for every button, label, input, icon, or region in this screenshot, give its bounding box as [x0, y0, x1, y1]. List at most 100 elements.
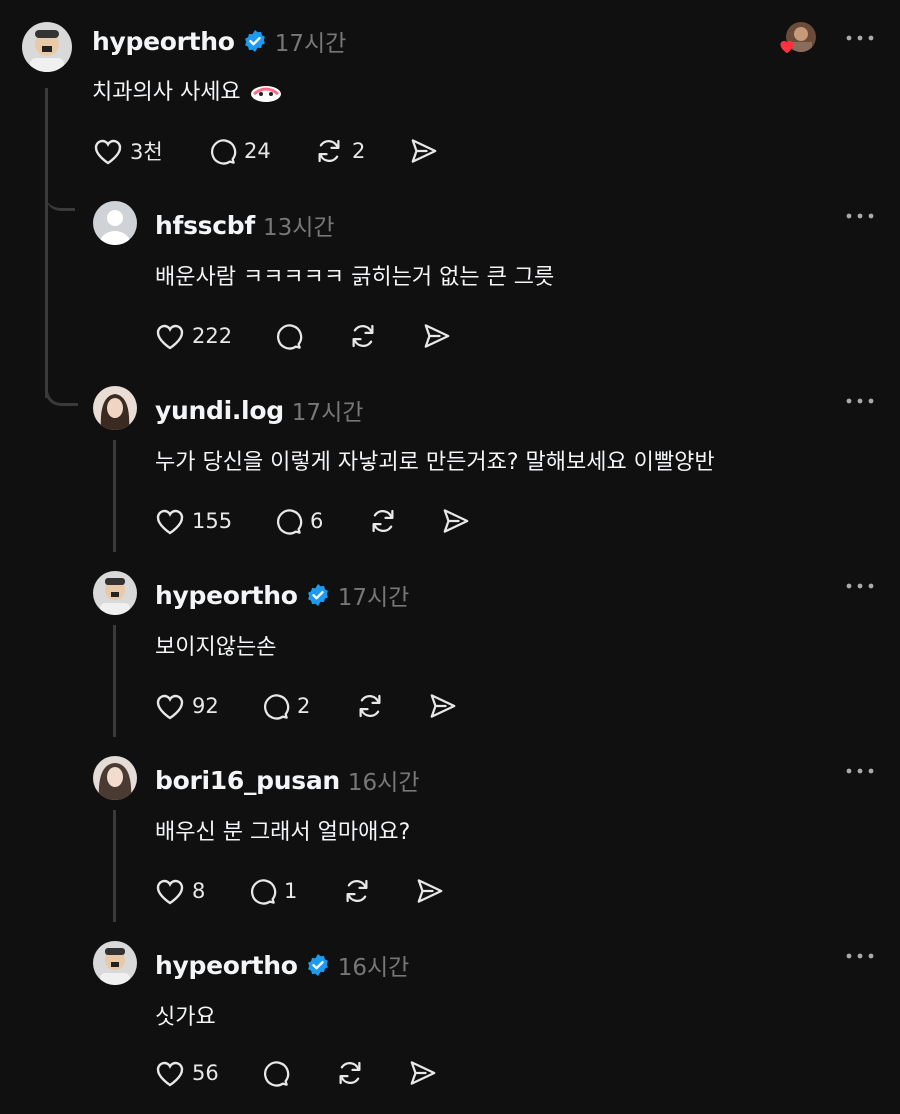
reply-count: 24 [244, 139, 271, 163]
share-button[interactable] [440, 506, 472, 536]
reply-text: 배운사람 ㅋㅋㅋㅋㅋ 긁히는거 없는 큰 그릇 [155, 265, 555, 290]
heart-icon [156, 324, 184, 350]
heart-icon [156, 879, 184, 905]
reply-avatar[interactable] [93, 941, 137, 985]
thread-branch-2 [45, 375, 78, 406]
reply-button[interactable] [259, 1058, 291, 1088]
repost-button[interactable] [366, 506, 400, 536]
reply-text: 싯가요 [155, 1005, 216, 1030]
comment-icon [276, 509, 303, 535]
send-icon [443, 509, 469, 533]
author-avatar[interactable] [22, 22, 72, 72]
more-options-icon[interactable] [845, 950, 875, 962]
emoji-icon [250, 86, 281, 102]
more-options-icon[interactable] [845, 395, 875, 407]
repost-icon [372, 509, 394, 533]
reply-username[interactable]: hypeortho [155, 581, 298, 610]
share-button[interactable] [427, 691, 459, 721]
like-button[interactable]: 56 [154, 1058, 219, 1088]
share-button[interactable] [414, 876, 446, 906]
repost-button[interactable]: 2 [312, 136, 365, 166]
repost-count: 2 [352, 139, 366, 163]
reply-button[interactable]: 1 [246, 876, 297, 906]
heart-icon [156, 694, 184, 720]
share-button[interactable] [407, 1058, 439, 1088]
comment-icon [210, 139, 237, 165]
reply-count: 1 [284, 879, 298, 903]
repost-icon [359, 694, 381, 718]
reply-avatar[interactable] [93, 756, 137, 800]
reply-count: 2 [297, 694, 311, 718]
like-count: 8 [192, 879, 206, 903]
more-options-icon[interactable] [845, 32, 875, 44]
heart-icon [156, 509, 184, 535]
heart-icon [94, 139, 122, 165]
post-text: 치과의사 사세요 [92, 74, 284, 106]
reply-time: 17시간 [291, 400, 364, 426]
reply-time: 13시간 [262, 215, 335, 241]
like-button[interactable]: 8 [154, 876, 205, 906]
share-button[interactable] [408, 136, 440, 166]
comment-icon [250, 879, 277, 905]
reply-button[interactable]: 6 [272, 506, 323, 536]
repost-icon [346, 879, 368, 903]
thread-line-main [45, 88, 48, 398]
reply-avatar[interactable] [93, 201, 137, 245]
post-time: 17시간 [274, 31, 347, 57]
repost-icon [318, 139, 340, 163]
comment-icon [263, 1061, 290, 1087]
comment-icon [276, 324, 303, 350]
like-count: 222 [192, 324, 233, 348]
reply-username[interactable]: hfsscbf [155, 211, 255, 240]
send-icon [410, 1061, 436, 1085]
like-count: 155 [192, 509, 233, 533]
like-count: 92 [192, 694, 219, 718]
reply-time: 16시간 [337, 955, 410, 981]
comment-icon [263, 694, 290, 720]
more-options-icon[interactable] [845, 210, 875, 222]
more-options-icon[interactable] [845, 765, 875, 777]
verified-badge-icon [307, 954, 328, 976]
repost-button[interactable] [340, 876, 374, 906]
thread-line-reply [113, 440, 116, 552]
repost-button[interactable] [353, 691, 387, 721]
reply-avatar[interactable] [93, 571, 137, 615]
like-button[interactable]: 222 [154, 321, 232, 351]
reply-text: 보이지않는손 [155, 635, 277, 660]
author-username[interactable]: hypeortho [92, 27, 235, 56]
like-button[interactable]: 92 [154, 691, 219, 721]
reply-button[interactable]: 2 [259, 691, 310, 721]
like-button[interactable]: 155 [154, 506, 232, 536]
reply-time: 16시간 [347, 770, 420, 796]
reply-text: 누가 당신을 이렇게 자낳괴로 만든거죠? 말해보세요 이빨양반 [155, 450, 715, 475]
reply-button[interactable] [272, 321, 304, 351]
like-count: 56 [192, 1061, 219, 1085]
send-icon [430, 694, 456, 718]
thread-line-reply [113, 625, 116, 737]
heart-badge-icon [780, 40, 794, 54]
more-options-icon[interactable] [845, 580, 875, 592]
reply-button[interactable]: 24 [206, 136, 271, 166]
verified-badge-icon [307, 584, 328, 606]
verified-badge-icon [244, 30, 265, 52]
repost-button[interactable] [333, 1058, 367, 1088]
repost-icon [339, 1061, 361, 1085]
like-button[interactable]: 3천 [92, 136, 163, 166]
reply-count: 6 [310, 509, 324, 533]
share-button[interactable] [421, 321, 453, 351]
reply-time: 17시간 [337, 585, 410, 611]
repost-button[interactable] [346, 321, 380, 351]
thread-branch-1 [45, 180, 75, 211]
heart-icon [156, 1061, 184, 1087]
repost-icon [352, 324, 374, 348]
reply-username[interactable]: hypeortho [155, 951, 298, 980]
like-count: 3천 [130, 140, 163, 164]
send-icon [417, 879, 443, 903]
reply-username[interactable]: yundi.log [155, 396, 284, 425]
reply-avatar[interactable] [93, 386, 137, 430]
post-text-content: 치과의사 사세요 [92, 80, 241, 105]
reply-username[interactable]: bori16_pusan [155, 766, 340, 795]
send-icon [424, 324, 450, 348]
thread-line-reply [113, 810, 116, 922]
send-icon [411, 139, 437, 163]
